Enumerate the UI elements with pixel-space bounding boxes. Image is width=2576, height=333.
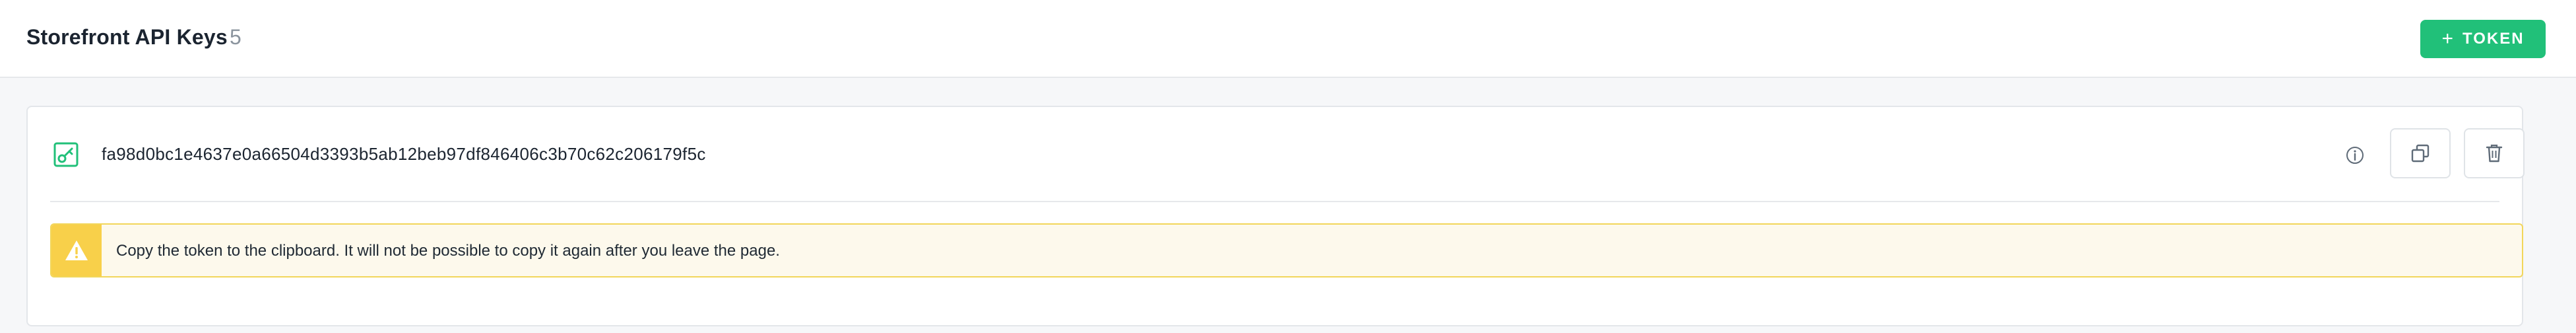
warning-icon-area xyxy=(51,225,102,276)
page-title: Storefront API Keys xyxy=(26,25,228,49)
add-token-button-label: TOKEN xyxy=(2462,30,2525,48)
copy-icon xyxy=(2411,144,2430,163)
token-row: fa98d0bc1e4637e0a66504d3393b5ab12beb97df… xyxy=(28,107,2525,202)
key-icon xyxy=(53,142,79,167)
warning-message: Copy the token to the clipboard. It will… xyxy=(116,242,780,260)
add-token-button[interactable]: + TOKEN xyxy=(2420,20,2546,58)
page-header: Storefront API Keys 5 + TOKEN xyxy=(0,0,2576,78)
copy-token-button[interactable] xyxy=(2390,128,2451,178)
info-icon[interactable] xyxy=(2345,145,2365,165)
token-value: fa98d0bc1e4637e0a66504d3393b5ab12beb97df… xyxy=(102,144,706,164)
token-count: 5 xyxy=(230,25,242,49)
trash-icon xyxy=(2486,144,2503,163)
delete-token-button[interactable] xyxy=(2464,128,2525,178)
token-card: fa98d0bc1e4637e0a66504d3393b5ab12beb97df… xyxy=(26,106,2525,326)
plus-icon: + xyxy=(2441,28,2455,50)
card-divider xyxy=(50,201,2499,202)
warning-alert: Copy the token to the clipboard. It will… xyxy=(50,223,2523,278)
warning-triangle-icon xyxy=(65,240,88,260)
